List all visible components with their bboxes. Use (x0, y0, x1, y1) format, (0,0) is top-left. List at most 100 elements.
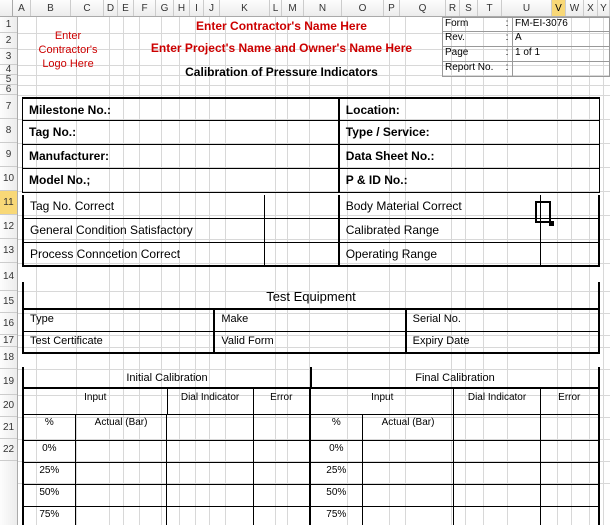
row-header-7[interactable]: 7 (0, 95, 17, 119)
data-cell[interactable] (363, 485, 455, 506)
check-label: Tag No. Correct (24, 195, 265, 218)
row-header-21[interactable]: 21 (0, 417, 17, 439)
data-cell[interactable] (541, 441, 598, 462)
calibration-header: Initial Calibration Final Calibration (22, 367, 600, 389)
col-header-G[interactable]: G (156, 0, 174, 16)
row-header-8[interactable]: 8 (0, 119, 17, 143)
equipment-fields-block: TypeMakeSerial No.Test CertificateValid … (22, 310, 600, 354)
data-cell[interactable] (254, 463, 311, 484)
row-header-strip[interactable]: 12345678910111213141516171819202122 (0, 17, 18, 525)
check-value[interactable] (541, 195, 598, 218)
data-cell[interactable] (254, 485, 311, 506)
row-header-22[interactable]: 22 (0, 439, 17, 461)
row-header-6[interactable]: 6 (0, 85, 17, 95)
col-header-J[interactable]: J (204, 0, 220, 16)
data-cell[interactable] (363, 441, 455, 462)
row-header-18[interactable]: 18 (0, 347, 17, 369)
row-header-14[interactable]: 14 (0, 263, 17, 291)
row-header-1[interactable]: 1 (0, 17, 17, 33)
row-header-12[interactable]: 12 (0, 215, 17, 239)
data-cell[interactable] (254, 507, 311, 525)
data-cell[interactable] (76, 507, 168, 525)
logo-placeholder: Enter Contractor's Logo Here (28, 21, 108, 79)
col-header-M[interactable]: M (282, 0, 304, 16)
col-header-X[interactable]: X (584, 0, 598, 16)
meta-label: Rev. (442, 32, 502, 46)
data-cell[interactable] (167, 441, 253, 462)
select-all-corner[interactable] (0, 0, 13, 16)
header-fields-block: Milestone No.:Location:Tag No.:Type / Se… (22, 97, 600, 193)
col-header-C[interactable]: C (71, 0, 104, 16)
fill-handle[interactable] (549, 221, 554, 226)
check-value[interactable] (265, 243, 340, 265)
check-value[interactable] (541, 243, 598, 265)
meta-label: Page (442, 47, 502, 61)
col-header-Y[interactable]: Y (598, 0, 610, 16)
row-header-3[interactable]: 3 (0, 49, 17, 65)
col-actual: Actual (Bar) (76, 415, 168, 440)
check-value[interactable] (265, 195, 340, 218)
calibration-data-block: %Actual (Bar)%Actual (Bar)0%0%25%25%50%5… (22, 415, 600, 525)
row-header-19[interactable]: 19 (0, 369, 17, 395)
pct-cell: 25% (24, 463, 76, 484)
data-cell[interactable] (454, 507, 540, 525)
row-header-2[interactable]: 2 (0, 33, 17, 49)
col-header-H[interactable]: H (174, 0, 190, 16)
row-header-15[interactable]: 15 (0, 291, 17, 313)
col-header-T[interactable]: T (478, 0, 502, 16)
data-cell[interactable] (363, 507, 455, 525)
data-cell[interactable] (254, 441, 311, 462)
col-header-V[interactable]: V (552, 0, 566, 16)
data-cell[interactable] (541, 485, 598, 506)
data-cell[interactable] (76, 441, 168, 462)
data-cell[interactable] (167, 507, 253, 525)
field-label: Location: (340, 99, 599, 120)
col-header-Q[interactable]: Q (400, 0, 446, 16)
col-error: Error (254, 389, 311, 414)
col-header-K[interactable]: K (220, 0, 270, 16)
col-header-D[interactable]: D (104, 0, 118, 16)
worksheet-area[interactable]: Enter Contractor's Logo Here Enter Contr… (18, 17, 610, 525)
row-header-20[interactable]: 20 (0, 395, 17, 417)
check-value[interactable] (265, 219, 340, 242)
col-dial: Dial Indicator (168, 389, 254, 414)
data-cell[interactable] (454, 485, 540, 506)
data-cell[interactable] (454, 441, 540, 462)
row-header-13[interactable]: 13 (0, 239, 17, 263)
col-header-N[interactable]: N (304, 0, 342, 16)
check-label: Body Material Correct (340, 195, 541, 218)
col-error: Error (541, 389, 598, 414)
col-header-E[interactable]: E (118, 0, 134, 16)
col-header-U[interactable]: U (502, 0, 552, 16)
col-header-O[interactable]: O (342, 0, 384, 16)
row-header-11[interactable]: 11 (0, 191, 17, 215)
col-header-A[interactable]: A (13, 0, 31, 16)
data-cell[interactable] (541, 507, 598, 525)
data-cell[interactable] (167, 485, 253, 506)
col-header-R[interactable]: R (446, 0, 460, 16)
col-header-P[interactable]: P (384, 0, 400, 16)
col-header-W[interactable]: W (566, 0, 584, 16)
data-cell[interactable] (167, 463, 253, 484)
equip-label: Make (215, 310, 406, 331)
data-cell[interactable] (76, 463, 168, 484)
col-header-S[interactable]: S (460, 0, 478, 16)
row-header-17[interactable]: 17 (0, 335, 17, 347)
pct-cell: 75% (311, 507, 363, 525)
col-header-I[interactable]: I (190, 0, 204, 16)
column-header-strip[interactable]: ABCDEFGHIJKLMNOPQRSTUVWXY (0, 0, 610, 17)
data-cell[interactable] (454, 463, 540, 484)
pct-cell: 75% (24, 507, 76, 525)
col-header-F[interactable]: F (134, 0, 156, 16)
checks-block: Tag No. CorrectBody Material CorrectGene… (22, 195, 600, 267)
col-header-B[interactable]: B (31, 0, 71, 16)
data-cell[interactable] (541, 463, 598, 484)
field-label: P & ID No.: (340, 169, 599, 192)
meta-value: 1 of 1 (512, 47, 610, 61)
row-header-10[interactable]: 10 (0, 167, 17, 191)
row-header-16[interactable]: 16 (0, 313, 17, 335)
col-header-L[interactable]: L (270, 0, 282, 16)
data-cell[interactable] (363, 463, 455, 484)
row-header-9[interactable]: 9 (0, 143, 17, 167)
data-cell[interactable] (76, 485, 168, 506)
